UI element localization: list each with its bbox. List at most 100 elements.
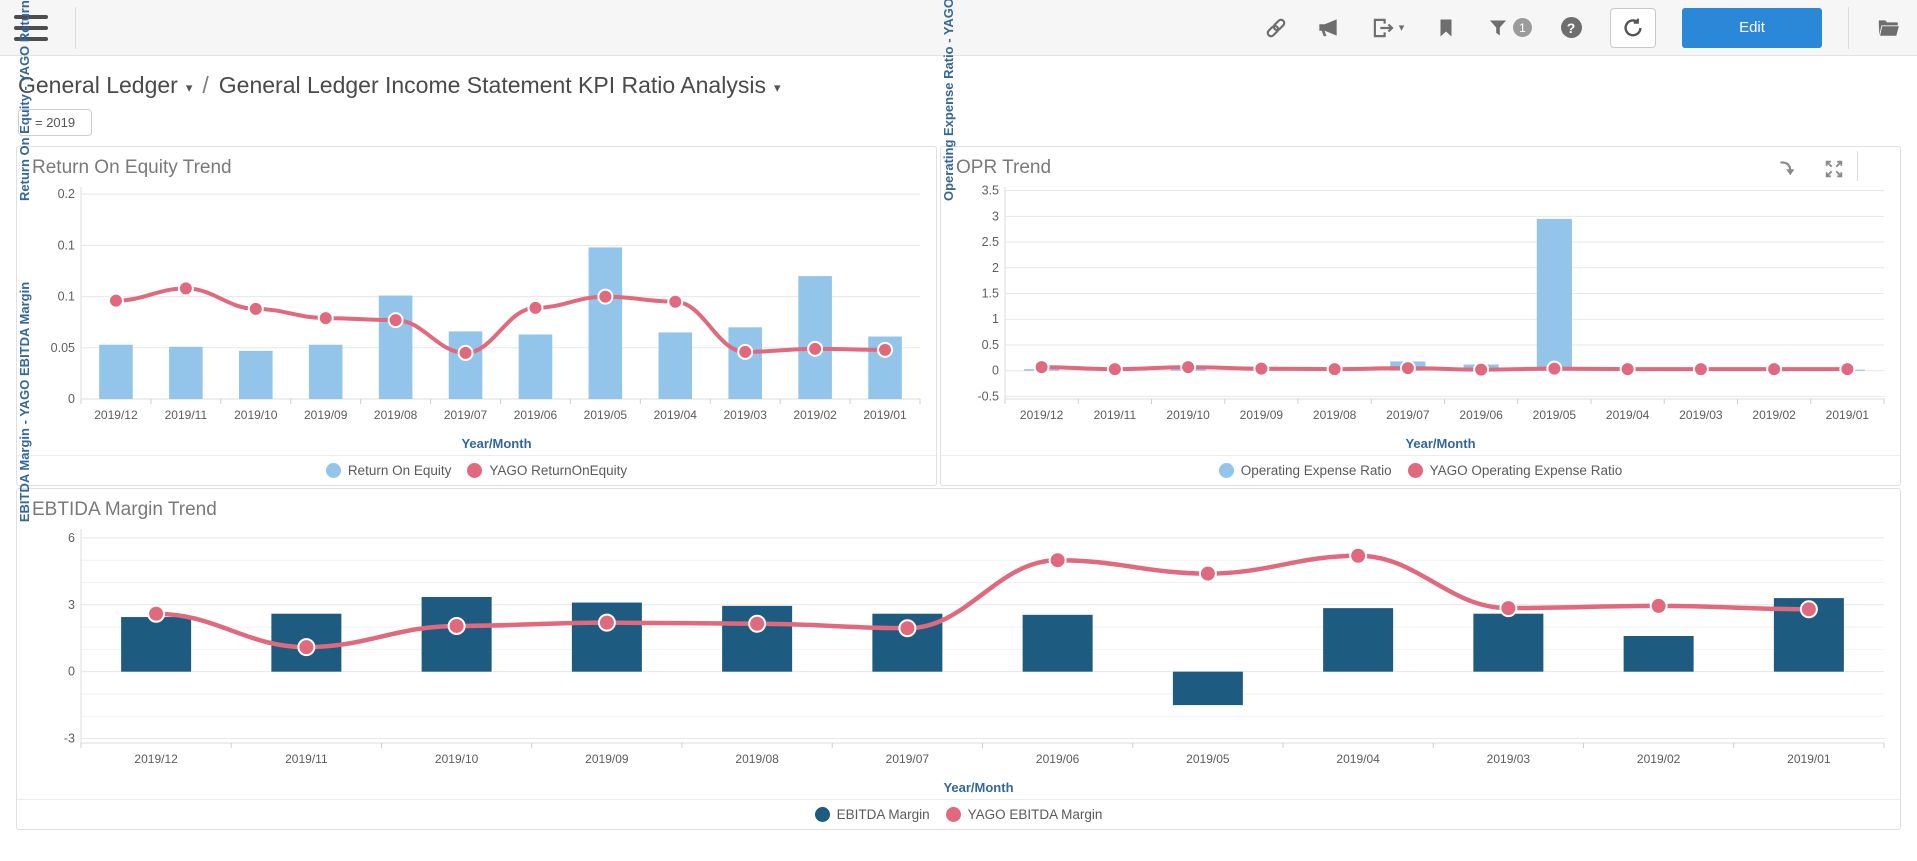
svg-text:2019/07: 2019/07 — [444, 408, 488, 422]
widget-ebitda-margin-trend: EBTIDA Margin Trend EBITDA Margin - YAGO… — [16, 282, 1901, 830]
opr-chart-canvas[interactable]: 3.5 3 2.5 2 1.5 1 0.5 0 -0.5 2019/12 2019/11 2019/1… — [965, 181, 1892, 427]
svg-text:2019/09: 2019/09 — [585, 752, 629, 766]
svg-text:2019/04: 2019/04 — [654, 408, 698, 422]
widget-title: EBTIDA Margin Trend — [32, 499, 217, 520]
svg-text:2019/07: 2019/07 — [886, 752, 930, 766]
filter-count-badge: 1 — [1513, 18, 1532, 37]
svg-text:0.05: 0.05 — [51, 341, 75, 355]
chart-legend: Return On Equity YAGO ReturnOnEquity — [17, 455, 936, 485]
svg-text:2019/03: 2019/03 — [1679, 408, 1723, 422]
announcement-icon[interactable] — [1315, 15, 1341, 41]
svg-text:2019/10: 2019/10 — [1166, 408, 1210, 422]
edit-button[interactable]: Edit — [1682, 7, 1822, 48]
bookmark-icon[interactable] — [1433, 15, 1459, 41]
x-axis-title: Year/Month — [461, 436, 532, 451]
chart-legend: Operating Expense Ratio YAGO Operating E… — [941, 455, 1900, 485]
svg-text:2019/08: 2019/08 — [735, 752, 779, 766]
legend-item-return-on-equity[interactable]: Return On Equity — [325, 463, 451, 478]
svg-text:2019/05: 2019/05 — [1533, 408, 1577, 422]
share-link-icon[interactable] — [1263, 15, 1289, 41]
legend-swatch — [467, 463, 483, 478]
svg-text:2019/11: 2019/11 — [165, 408, 208, 422]
toolbar-divider — [1848, 6, 1849, 49]
svg-text:2019/05: 2019/05 — [1186, 752, 1230, 766]
legend-swatch — [945, 807, 961, 822]
svg-text:2019/02: 2019/02 — [1752, 408, 1796, 422]
svg-text:2019/07: 2019/07 — [1386, 408, 1430, 422]
widget-title: OPR Trend — [956, 157, 1052, 178]
svg-text:2019/03: 2019/03 — [1487, 752, 1531, 766]
svg-text:2: 2 — [992, 261, 999, 275]
svg-text:2019/01: 2019/01 — [1787, 752, 1831, 766]
refresh-button[interactable] — [1610, 7, 1656, 48]
breadcrumb-dashboard-dropdown[interactable]: General Ledger Income Statement KPI Rati… — [219, 72, 781, 99]
y-axis-title: Return On Equity - YAGO ReturnOnEquity — [17, 0, 32, 201]
svg-text:2019/11: 2019/11 — [1094, 408, 1137, 422]
svg-text:2019/09: 2019/09 — [304, 408, 348, 422]
legend-swatch — [1407, 463, 1423, 478]
svg-text:2019/06: 2019/06 — [514, 408, 558, 422]
svg-text:2019/03: 2019/03 — [724, 408, 768, 422]
svg-text:2019/08: 2019/08 — [1313, 408, 1357, 422]
widget-opr-trend: OPR Trend Operating Expense Ratio - YAGO… — [940, 0, 1901, 486]
svg-text:2019/04: 2019/04 — [1336, 752, 1380, 766]
filter-control[interactable]: 1 — [1485, 15, 1532, 41]
svg-text:2019/08: 2019/08 — [374, 408, 418, 422]
svg-text:2019/10: 2019/10 — [234, 408, 278, 422]
svg-text:1: 1 — [992, 312, 999, 326]
svg-text:2019/11: 2019/11 — [285, 752, 328, 766]
legend-swatch — [1218, 463, 1234, 478]
svg-text:3: 3 — [68, 598, 75, 612]
breadcrumb-separator: / — [202, 72, 209, 98]
svg-text:0.1: 0.1 — [58, 290, 75, 304]
svg-text:2019/09: 2019/09 — [1240, 408, 1284, 422]
legend-item-operating-expense-ratio[interactable]: Operating Expense Ratio — [1218, 463, 1392, 478]
drill-down-icon[interactable] — [1776, 157, 1800, 181]
svg-text:3.5: 3.5 — [982, 184, 999, 198]
svg-text:0.5: 0.5 — [982, 338, 999, 352]
legend-item-yago-operating-expense-ratio[interactable]: YAGO Operating Expense Ratio — [1407, 463, 1622, 478]
breadcrumb-group-dropdown[interactable]: General Ledger ▾ — [18, 72, 192, 99]
expand-fullscreen-icon[interactable] — [1822, 157, 1846, 181]
breadcrumb-dashboard-label: General Ledger Income Statement KPI Rati… — [218, 72, 766, 98]
svg-text:3: 3 — [992, 209, 999, 223]
help-icon[interactable]: ? — [1558, 15, 1584, 41]
caret-down-icon: ▾ — [1398, 22, 1405, 34]
svg-text:2019/01: 2019/01 — [1826, 408, 1870, 422]
svg-text:0.1: 0.1 — [58, 238, 75, 252]
export-icon[interactable]: ▾ — [1367, 15, 1407, 41]
svg-text:2019/02: 2019/02 — [793, 408, 837, 422]
svg-text:2019/12: 2019/12 — [94, 408, 138, 422]
legend-item-yago-returnonequity[interactable]: YAGO ReturnOnEquity — [467, 463, 627, 478]
roe-chart-canvas[interactable]: 0.2 0.1 0.1 0.05 0 2019/12 2019/11 2019/10 2019/… — [41, 181, 928, 427]
legend-item-yago-ebitda-margin[interactable]: YAGO EBITDA Margin — [945, 807, 1102, 822]
widget-title: Return On Equity Trend — [32, 157, 232, 178]
legend-item-ebitda-margin[interactable]: EBITDA Margin — [814, 807, 930, 822]
breadcrumb-group-label: General Ledger — [18, 72, 178, 98]
caret-down-icon: ▾ — [185, 79, 193, 95]
legend-swatch — [814, 807, 830, 822]
widget-return-on-equity-trend: Return On Equity Trend Return On Equity … — [16, 0, 937, 486]
chart-legend: EBITDA Margin YAGO EBITDA Margin — [17, 799, 1900, 829]
svg-text:6: 6 — [68, 531, 75, 545]
x-axis-title: Year/Month — [1405, 436, 1476, 451]
filter-funnel-icon — [1485, 15, 1511, 41]
svg-text:-3: -3 — [64, 732, 75, 746]
y-axis-title: Operating Expense Ratio - YAGO Operating… — [941, 0, 956, 201]
svg-text:2019/06: 2019/06 — [1036, 752, 1080, 766]
svg-text:0.2: 0.2 — [58, 187, 75, 201]
ebitda-chart-canvas[interactable]: 6 3 0 -3 2019/12 2019/11 2019/10 2019/09 2019/08… — [41, 523, 1892, 771]
folder-icon[interactable] — [1875, 15, 1901, 41]
toolbar-divider — [75, 6, 76, 49]
svg-text:2019/10: 2019/10 — [435, 752, 479, 766]
x-axis-title: Year/Month — [943, 780, 1014, 795]
svg-text:2019/02: 2019/02 — [1637, 752, 1681, 766]
svg-text:1.5: 1.5 — [982, 287, 999, 301]
widget-header-divider — [1857, 151, 1858, 181]
svg-text:2.5: 2.5 — [982, 235, 999, 249]
svg-text:2019/05: 2019/05 — [584, 408, 628, 422]
caret-down-icon: ▾ — [773, 79, 781, 95]
legend-swatch — [325, 463, 341, 478]
svg-text:2019/04: 2019/04 — [1606, 408, 1650, 422]
svg-text:0: 0 — [68, 392, 75, 406]
